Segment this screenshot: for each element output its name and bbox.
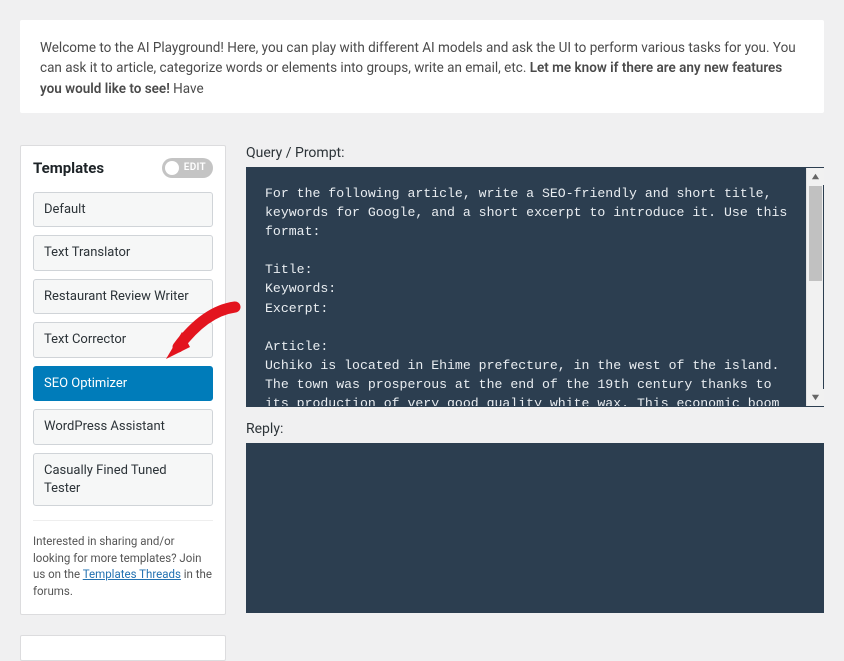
templates-card: Templates EDIT Default Text Translator Res… — [20, 145, 226, 615]
templates-footer: Interested in sharing and/or looking for… — [33, 520, 213, 600]
chevron-down-icon — [811, 393, 820, 402]
welcome-banner: Welcome to the AI Playground! Here, you … — [20, 20, 824, 113]
sidebar: Templates EDIT Default Text Translator Res… — [20, 145, 226, 661]
query-textarea[interactable]: For the following article, write a SEO-f… — [246, 167, 824, 407]
scroll-thumb[interactable] — [809, 186, 822, 281]
templates-threads-link[interactable]: Templates Threads — [83, 567, 181, 581]
query-text-content: For the following article, write a SEO-f… — [247, 168, 806, 406]
template-item-wordpress-assistant[interactable]: WordPress Assistant — [33, 409, 213, 445]
reply-textarea[interactable] — [246, 443, 824, 613]
welcome-text-after: Have — [170, 81, 204, 97]
reply-label: Reply: — [246, 421, 824, 437]
toggle-knob — [165, 161, 179, 175]
main-panel: Query / Prompt: For the following articl… — [246, 145, 824, 613]
template-item-default[interactable]: Default — [33, 192, 213, 228]
template-item-restaurant-review-writer[interactable]: Restaurant Review Writer — [33, 279, 213, 315]
next-card-peek — [20, 635, 226, 661]
template-item-casually-fined-tuned-tester[interactable]: Casually Fined Tuned Tester — [33, 453, 213, 506]
templates-title: Templates — [33, 159, 104, 177]
query-scrollbar[interactable] — [806, 168, 823, 406]
template-item-text-translator[interactable]: Text Translator — [33, 235, 213, 271]
edit-toggle[interactable]: EDIT — [162, 158, 213, 178]
query-label: Query / Prompt: — [246, 145, 824, 161]
template-item-seo-optimizer[interactable]: SEO Optimizer — [33, 366, 213, 402]
template-list: Default Text Translator Restaurant Review … — [33, 192, 213, 506]
chevron-up-icon — [811, 172, 820, 181]
scroll-up-button[interactable] — [807, 168, 824, 185]
scroll-down-button[interactable] — [807, 389, 824, 406]
edit-toggle-label: EDIT — [184, 162, 206, 173]
template-item-text-corrector[interactable]: Text Corrector — [33, 322, 213, 358]
